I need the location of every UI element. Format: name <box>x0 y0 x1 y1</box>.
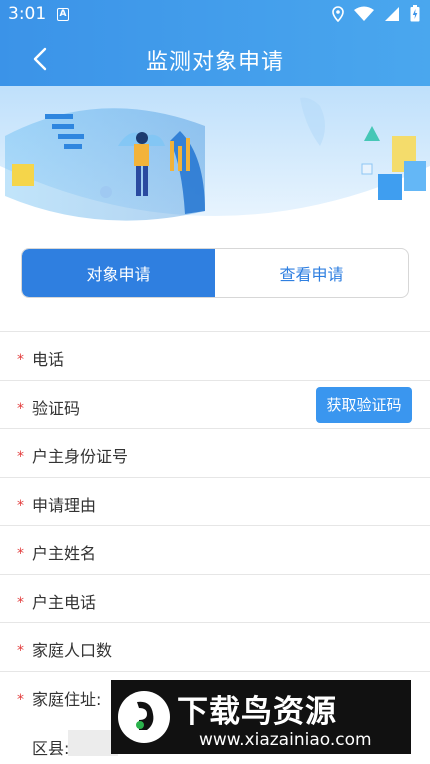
householder-phone-field[interactable]: * 户主电话 <box>0 573 430 623</box>
signal-icon <box>385 6 399 21</box>
notification-a-icon: A <box>57 8 69 21</box>
required-mark: * <box>17 594 24 611</box>
required-mark: * <box>17 352 24 368</box>
application-reason-field[interactable]: * 申请理由 <box>0 476 430 526</box>
header-illustration <box>0 86 430 226</box>
required-mark: * <box>17 497 24 514</box>
get-code-button[interactable]: 获取验证码 <box>316 386 412 423</box>
field-label: 电话 <box>32 350 65 369</box>
status-icons <box>332 5 420 22</box>
required-mark: * <box>17 643 24 659</box>
watermark-url: www.xiazainiao.com <box>199 730 372 750</box>
field-label: 户主身份证号 <box>32 447 129 466</box>
location-icon <box>332 5 344 22</box>
householder-id-field[interactable]: * 户主身份证号 <box>0 428 430 477</box>
tab-view-apply[interactable]: 查看申请 <box>215 249 408 297</box>
required-mark: * <box>17 691 24 708</box>
application-form: * 电话 * 验证码 获取验证码 * 户主身份证号 * 申请理由 * 户主姓名 … <box>0 331 430 719</box>
wifi-icon <box>354 6 374 21</box>
field-label: 申请理由 <box>32 495 97 515</box>
field-label: 家庭人口数 <box>32 641 113 660</box>
required-mark: * <box>17 546 24 562</box>
battery-icon <box>410 5 420 22</box>
status-time: 3:01 <box>8 4 47 24</box>
family-size-field[interactable]: * 家庭人口数 <box>0 622 430 671</box>
application-tabs: 对象申请 查看申请 <box>21 248 409 298</box>
field-label: 验证码 <box>32 398 81 418</box>
field-label: 户主电话 <box>32 592 97 612</box>
bird-logo-icon <box>118 691 170 743</box>
required-mark: * <box>17 449 24 465</box>
watermark-title: 下载鸟资源 <box>177 694 337 730</box>
householder-name-field[interactable]: * 户主姓名 <box>0 525 430 574</box>
phone-field[interactable]: * 电话 <box>0 331 430 380</box>
status-bar: 3:01 A <box>0 0 430 28</box>
county-label: 区县: <box>32 739 70 758</box>
page-title: 监测对象申请 <box>145 50 284 75</box>
required-mark: * <box>17 400 24 417</box>
field-label: 家庭住址: <box>32 689 102 709</box>
watermark-overlay: 下载鸟资源 www.xiazainiao.com <box>111 680 411 754</box>
tab-object-apply[interactable]: 对象申请 <box>22 249 215 297</box>
field-label: 户主姓名 <box>32 544 97 563</box>
verification-code-field[interactable]: * 验证码 获取验证码 <box>0 379 430 429</box>
